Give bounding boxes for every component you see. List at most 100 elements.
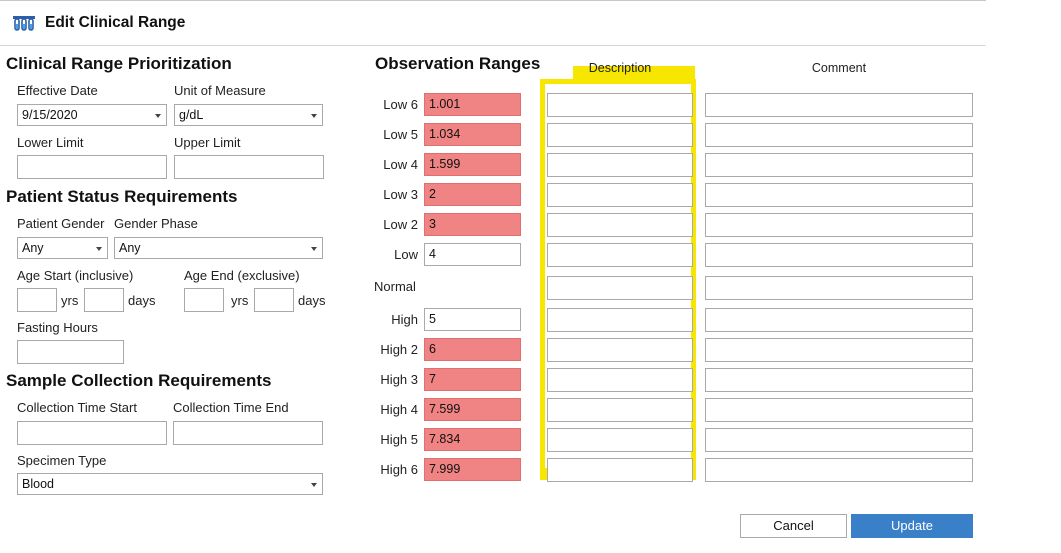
cancel-button[interactable]: Cancel xyxy=(740,514,847,538)
specimen-type-value: Blood xyxy=(22,477,54,491)
fasting-hours-label: Fasting Hours xyxy=(17,320,98,335)
comment-input-low-3[interactable] xyxy=(705,183,973,207)
gender-phase-value: Any xyxy=(119,241,141,255)
comment-input-low-6[interactable] xyxy=(705,93,973,117)
description-input-high-6[interactable] xyxy=(547,458,693,482)
section-heading-prioritization: Clinical Range Prioritization xyxy=(6,54,232,73)
range-value-high-5[interactable]: 7.834 xyxy=(424,428,521,451)
lower-limit-input[interactable] xyxy=(17,155,167,179)
gender-phase-label: Gender Phase xyxy=(114,216,198,231)
comment-input-high-6[interactable] xyxy=(705,458,973,482)
range-label-high-3: High 3 xyxy=(380,372,418,387)
range-value-low-3[interactable]: 2 xyxy=(424,183,521,206)
range-label-low: Low xyxy=(394,247,418,262)
age-start-years-input[interactable] xyxy=(17,288,57,312)
collection-time-end-input[interactable] xyxy=(173,421,323,445)
range-value-high[interactable]: 5 xyxy=(424,308,521,331)
range-label-high-5: High 5 xyxy=(380,432,418,447)
description-input-high-2[interactable] xyxy=(547,338,693,362)
range-value-high-2[interactable]: 6 xyxy=(424,338,521,361)
gender-phase-select[interactable]: Any xyxy=(114,237,323,259)
range-value-low-5[interactable]: 1.034 xyxy=(424,123,521,146)
update-button[interactable]: Update xyxy=(851,514,973,538)
chevron-down-icon xyxy=(155,114,161,118)
description-input-low-4[interactable] xyxy=(547,153,693,177)
range-label-low-6: Low 6 xyxy=(383,97,418,112)
unit-of-measure-select[interactable]: g/dL xyxy=(174,104,323,126)
fasting-hours-input[interactable] xyxy=(17,340,124,364)
upper-limit-input[interactable] xyxy=(174,155,324,179)
comment-input-high-2[interactable] xyxy=(705,338,973,362)
range-label-high-6: High 6 xyxy=(380,462,418,477)
unit-of-measure-label: Unit of Measure xyxy=(174,83,266,98)
description-input-low[interactable] xyxy=(547,243,693,267)
range-label-low-3: Low 3 xyxy=(383,187,418,202)
description-input-high-3[interactable] xyxy=(547,368,693,392)
comment-input-low[interactable] xyxy=(705,243,973,267)
comment-input-low-2[interactable] xyxy=(705,213,973,237)
description-input-high-4[interactable] xyxy=(547,398,693,422)
age-start-days-input[interactable] xyxy=(84,288,124,312)
chevron-down-icon xyxy=(311,483,317,487)
description-input-low-3[interactable] xyxy=(547,183,693,207)
chevron-down-icon xyxy=(311,247,317,251)
comment-input-low-4[interactable] xyxy=(705,153,973,177)
window-title: Edit Clinical Range xyxy=(45,14,186,31)
range-value-low[interactable]: 4 xyxy=(424,243,521,266)
collection-time-end-label: Collection Time End xyxy=(173,400,289,415)
comment-input-high-5[interactable] xyxy=(705,428,973,452)
collection-time-start-label: Collection Time Start xyxy=(17,400,137,415)
range-label-normal: Normal xyxy=(374,279,416,294)
age-end-yrs-label: yrs xyxy=(231,293,249,308)
range-value-low-2[interactable]: 3 xyxy=(424,213,521,236)
comment-input-high[interactable] xyxy=(705,308,973,332)
range-value-high-3[interactable]: 7 xyxy=(424,368,521,391)
patient-gender-value: Any xyxy=(22,241,44,255)
age-end-days-input[interactable] xyxy=(254,288,294,312)
section-heading-sample-collection: Sample Collection Requirements xyxy=(6,371,272,390)
comment-input-normal[interactable] xyxy=(705,276,973,300)
lab-tubes-icon xyxy=(12,13,36,33)
description-input-low-5[interactable] xyxy=(547,123,693,147)
range-label-low-2: Low 2 xyxy=(383,217,418,232)
age-end-years-input[interactable] xyxy=(184,288,224,312)
effective-date-label: Effective Date xyxy=(17,83,98,98)
effective-date-picker[interactable]: 9/15/2020 xyxy=(17,104,167,126)
age-start-yrs-label: yrs xyxy=(61,293,79,308)
section-heading-patient-status: Patient Status Requirements xyxy=(6,187,238,206)
range-value-high-6[interactable]: 7.999 xyxy=(424,458,521,481)
age-start-days-label: days xyxy=(128,293,156,308)
comment-column-header: Comment xyxy=(811,61,867,75)
range-label-high-4: High 4 xyxy=(380,402,418,417)
section-heading-observation-ranges: Observation Ranges xyxy=(375,54,541,73)
collection-time-start-input[interactable] xyxy=(17,421,167,445)
range-value-low-6[interactable]: 1.001 xyxy=(424,93,521,116)
comment-input-low-5[interactable] xyxy=(705,123,973,147)
comment-input-high-3[interactable] xyxy=(705,368,973,392)
upper-limit-label: Upper Limit xyxy=(174,135,241,150)
title-bar: Edit Clinical Range xyxy=(0,0,986,46)
age-end-label: Age End (exclusive) xyxy=(184,268,300,283)
specimen-type-select[interactable]: Blood xyxy=(17,473,323,495)
specimen-type-label: Specimen Type xyxy=(17,453,107,468)
lower-limit-label: Lower Limit xyxy=(17,135,84,150)
patient-gender-label: Patient Gender xyxy=(17,216,105,231)
description-input-normal[interactable] xyxy=(547,276,693,300)
age-start-label: Age Start (inclusive) xyxy=(17,268,134,283)
range-label-high-2: High 2 xyxy=(380,342,418,357)
range-label-low-5: Low 5 xyxy=(383,127,418,142)
description-input-low-2[interactable] xyxy=(547,213,693,237)
unit-of-measure-value: g/dL xyxy=(179,108,204,122)
range-label-high: High xyxy=(391,312,418,327)
description-column-header: Description xyxy=(588,61,652,75)
description-input-high-5[interactable] xyxy=(547,428,693,452)
range-value-low-4[interactable]: 1.599 xyxy=(424,153,521,176)
comment-input-high-4[interactable] xyxy=(705,398,973,422)
patient-gender-select[interactable]: Any xyxy=(17,237,108,259)
range-value-high-4[interactable]: 7.599 xyxy=(424,398,521,421)
age-end-days-label: days xyxy=(298,293,326,308)
description-input-high[interactable] xyxy=(547,308,693,332)
description-input-low-6[interactable] xyxy=(547,93,693,117)
chevron-down-icon xyxy=(311,114,317,118)
chevron-down-icon xyxy=(96,247,102,251)
